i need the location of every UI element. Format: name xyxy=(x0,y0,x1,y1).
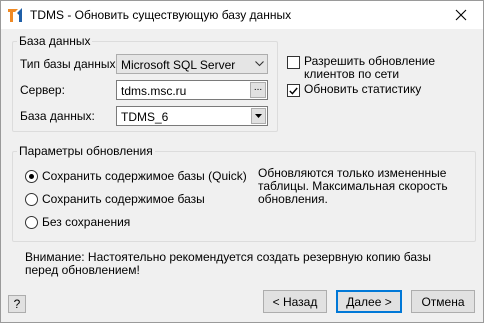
database-select[interactable]: TDMS_6 xyxy=(116,106,268,126)
checkmark-icon xyxy=(289,87,298,95)
cancel-button[interactable]: Отмена xyxy=(411,290,475,313)
close-icon xyxy=(455,9,467,21)
window-title: TDMS - Обновить существующую базу данных xyxy=(30,8,292,22)
db-type-value: Microsoft SQL Server xyxy=(121,58,236,72)
database-value: TDMS_6 xyxy=(121,110,169,124)
radio-unselected xyxy=(25,192,38,206)
allow-network-update-checkbox[interactable]: Разрешить обновление клиентов по сети xyxy=(287,55,477,81)
checkbox-checked xyxy=(287,84,300,97)
radio-keep-content-label: Сохранить содержимое базы xyxy=(42,192,205,206)
help-icon: ? xyxy=(13,297,21,311)
title-bar: TDMS - Обновить существующую базу данных xyxy=(1,1,483,29)
mode-description: Обновляются только измененные таблицы. М… xyxy=(258,166,448,206)
browse-server-button[interactable]: ... xyxy=(250,82,266,98)
chevron-down-icon xyxy=(251,55,267,73)
close-button[interactable] xyxy=(439,1,483,29)
dropdown-arrow-icon xyxy=(251,108,266,124)
db-type-label: Тип базы данных: xyxy=(20,57,119,71)
dialog-window: TDMS - Обновить существующую базу данных… xyxy=(0,0,484,323)
database-label: База данных: xyxy=(20,109,95,123)
help-button[interactable]: ? xyxy=(8,295,26,313)
allow-network-update-label: Разрешить обновление клиентов по сети xyxy=(304,54,436,81)
update-params-legend: Параметры обновления xyxy=(17,144,155,158)
radio-no-save[interactable]: Без сохранения xyxy=(25,215,130,229)
db-type-select[interactable]: Microsoft SQL Server xyxy=(116,54,268,74)
radio-no-save-label: Без сохранения xyxy=(42,215,131,229)
radio-quick-label: Сохранить содержимое базы (Quick) xyxy=(42,169,247,183)
radio-selected xyxy=(25,169,38,183)
next-button[interactable]: Далее > xyxy=(336,290,402,313)
tdms-app-icon xyxy=(7,7,23,23)
radio-quick[interactable]: Сохранить содержимое базы (Quick) xyxy=(25,169,247,183)
server-input[interactable]: tdms.msc.ru ... xyxy=(116,80,268,100)
database-group-legend: База данных xyxy=(17,34,93,48)
warning-text: Внимание: Настоятельно рекомендуется соз… xyxy=(25,250,432,277)
radio-unselected xyxy=(25,215,38,229)
back-button[interactable]: < Назад xyxy=(263,290,327,313)
checkbox-unchecked xyxy=(287,56,300,69)
update-statistics-checkbox[interactable]: Обновить статистику xyxy=(287,83,477,97)
server-label: Сервер: xyxy=(20,83,65,97)
update-statistics-label: Обновить статистику xyxy=(304,82,422,96)
radio-keep-content[interactable]: Сохранить содержимое базы xyxy=(25,192,205,206)
server-value: tdms.msc.ru xyxy=(121,84,187,98)
